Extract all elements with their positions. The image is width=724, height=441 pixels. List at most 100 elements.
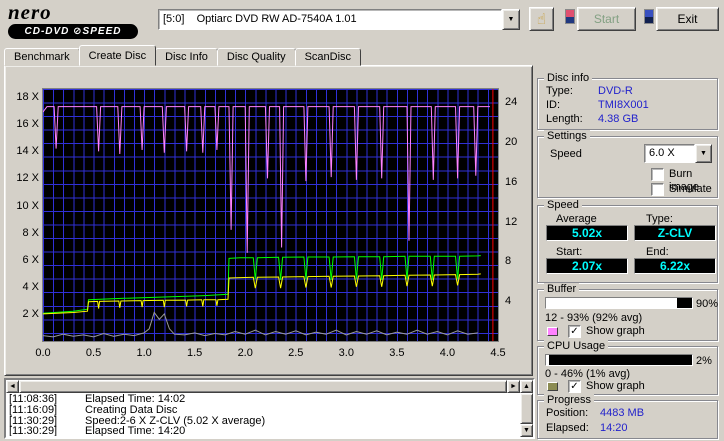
axis-tick-label: 16: [505, 175, 518, 188]
buffer-percent-value: 90%: [696, 298, 719, 310]
axis-tick-label: 3.5: [389, 347, 405, 359]
nero-wordmark: nero: [8, 0, 52, 24]
cpu-percent-value: 2%: [696, 355, 712, 367]
axis-tick-label: 1.5: [187, 347, 203, 359]
disc-info-title: Disc info: [544, 72, 593, 84]
cpu-show-graph-checkbox[interactable]: ✓: [568, 380, 581, 393]
settings-group: Settings Speed 6.0 X ▼ Burn image Simula…: [537, 130, 718, 198]
buffer-group: Buffer 90% 12 - 93% (92% avg) ✓ Show gra…: [537, 283, 719, 341]
tab-disc-info[interactable]: Disc Info: [155, 48, 218, 66]
axis-tick-label: 16 X: [16, 118, 39, 131]
average-speed-value: 5.02x: [546, 225, 628, 241]
speed-setting-combo[interactable]: 6.0 X ▼: [644, 144, 712, 163]
axis-tick-label: 2.0: [237, 347, 253, 359]
scroll-left-icon[interactable]: ◄: [6, 380, 19, 393]
speed-graph-series: [43, 89, 494, 341]
log-entry-time: [11:30:29]: [9, 425, 58, 436]
log-entry[interactable]: [11:30:29] Elapsed Time: 14:20: [9, 426, 518, 436]
buffer-range-text: 12 - 93% (92% avg): [545, 312, 643, 324]
log-entry-time: [11:16:09]: [9, 403, 58, 416]
axis-tick-label: 4.0: [439, 347, 456, 359]
chevron-down-icon[interactable]: ▼: [695, 144, 712, 163]
progress-group: Progress Position: 4483 MB Elapsed: 14:2…: [537, 394, 718, 439]
simulate-label: Simulate: [669, 183, 712, 195]
nero-logo: nero CD-DVD ⊘SPEED: [8, 2, 148, 40]
disc-id-label: ID:: [546, 99, 561, 111]
scroll-up-icon[interactable]: ▲: [520, 380, 533, 393]
start-speed-value: 2.07x: [546, 258, 628, 274]
disc-length-value: 4.38 GB: [598, 113, 639, 125]
disc-id-value: TMI8X001: [598, 99, 649, 111]
tab-scandisc[interactable]: ScanDisc: [294, 48, 362, 66]
start-speed-label: Start:: [556, 246, 583, 258]
speed-setting-value: 6.0 X: [644, 144, 695, 163]
end-speed-label: End:: [646, 246, 669, 258]
burn-image-checkbox[interactable]: [651, 168, 664, 181]
axis-tick-label: 12: [505, 215, 518, 228]
log-entry-message: Elapsed Time: 14:20: [85, 425, 186, 436]
blue-meter-icon: [644, 9, 654, 24]
log-horizontal-scrollbar[interactable]: ◄ ►: [6, 380, 520, 393]
chevron-down-icon[interactable]: ▼: [502, 9, 520, 30]
buffer-show-graph-checkbox[interactable]: ✓: [568, 325, 581, 338]
tab-benchmark[interactable]: Benchmark: [4, 48, 80, 66]
exit-button-label: Exit: [677, 12, 698, 26]
hand-pointer-icon: ☝: [536, 11, 547, 28]
cd-dvd-speed-wordmark: CD-DVD ⊘SPEED: [8, 24, 138, 39]
buffer-level-bar: [545, 297, 693, 309]
scroll-right-icon[interactable]: ►: [507, 380, 520, 393]
cpu-usage-group: CPU Usage 2% 0 - 46% (1% avg) ✓ Show gra…: [537, 340, 718, 395]
progress-title: Progress: [544, 394, 595, 406]
axis-tick-label: 2.5: [288, 347, 304, 359]
disc-type-value: DVD-R: [598, 85, 633, 97]
disc-type-label: Type:: [546, 85, 573, 97]
disc-length-label: Length:: [546, 113, 583, 125]
axis-tick-label: 4: [505, 295, 512, 308]
speed-type-label: Type:: [646, 213, 673, 225]
axis-tick-label: 14 X: [16, 145, 39, 158]
axis-tick-label: 12 X: [16, 172, 39, 185]
log-vertical-scrollbar[interactable]: ▲ ▼: [520, 380, 533, 437]
tab-create-disc[interactable]: Create Disc: [78, 45, 157, 66]
nero-cd-dvd-speed-window: nero CD-DVD ⊘SPEED [5:0] Optiarc DVD RW …: [0, 0, 724, 441]
axis-tick-label: 0.5: [85, 347, 102, 359]
red-meter-icon: [565, 9, 575, 24]
axis-tick-label: 20: [505, 135, 518, 148]
axis-tick-label: 18 X: [16, 91, 39, 104]
cpu-usage-fill: [546, 355, 549, 365]
disc-info-group: Disc info Type: DVD-R ID: TMI8X001 Lengt…: [537, 72, 718, 130]
axis-tick-label: 8 X: [22, 226, 39, 239]
simulate-checkbox[interactable]: [651, 183, 664, 196]
drive-selector[interactable]: [5:0] Optiarc DVD RW AD-7540A 1.01 ▼: [158, 9, 520, 30]
log-entry-message: Creating Data Disc: [85, 403, 178, 416]
speed-group: Speed Average Type: 5.02x Z-CLV Start: E…: [537, 199, 718, 283]
axis-tick-label: 1.0: [136, 347, 152, 359]
settings-title: Settings: [544, 130, 590, 142]
start-button-label: Start: [593, 12, 620, 26]
axis-tick-label: 4 X: [22, 280, 39, 293]
speed-graph-plot: [42, 88, 499, 342]
buffer-level-fill: [546, 298, 678, 308]
average-speed-label: Average: [556, 213, 597, 225]
elapsed-value: 14:20: [600, 422, 628, 434]
log-entry[interactable]: [11:16:09] Creating Data Disc: [9, 403, 518, 416]
buffer-graph-color-swatch: [547, 327, 558, 336]
axis-tick-label: 4.5: [490, 347, 506, 359]
cpu-usage-title: CPU Usage: [544, 340, 609, 352]
scroll-down-icon[interactable]: ▼: [520, 424, 533, 437]
horizontal-scrollbar-thumb[interactable]: [19, 380, 507, 393]
hand-pointer-button[interactable]: ☝: [529, 7, 554, 31]
axis-tick-label: 6 X: [22, 253, 39, 266]
cpu-show-graph-label: Show graph: [586, 380, 645, 392]
axis-tick-label: 2 X: [22, 307, 39, 320]
log-panel: ◄ ► ▲ ▼ [11:08:36] Elapsed Time: 14:02 [11…: [4, 378, 535, 439]
vertical-scrollbar-thumb[interactable]: [520, 393, 533, 424]
speed-title: Speed: [544, 199, 582, 211]
speed-setting-label: Speed: [550, 148, 582, 160]
axis-tick-label: 24: [505, 96, 518, 108]
tab-disc-quality[interactable]: Disc Quality: [216, 48, 296, 66]
exit-button[interactable]: Exit: [656, 7, 719, 31]
start-button[interactable]: Start: [577, 7, 636, 31]
elapsed-label: Elapsed:: [546, 422, 589, 434]
cpu-usage-bar: [545, 354, 693, 366]
